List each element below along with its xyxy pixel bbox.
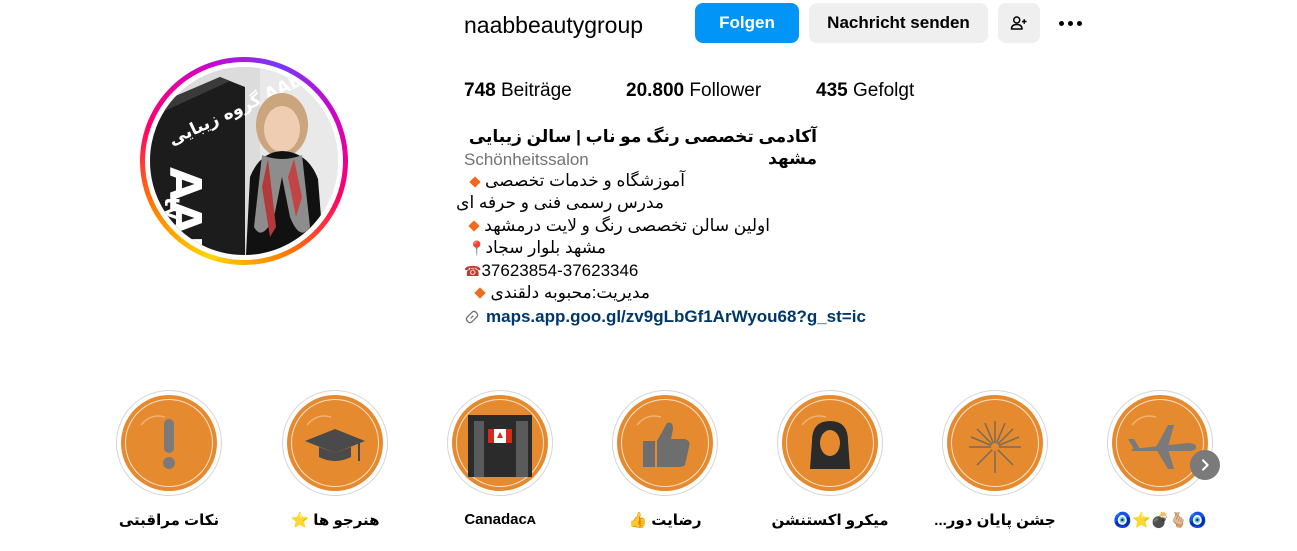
exclamation-icon	[140, 415, 175, 469]
hair-woman-icon	[801, 415, 850, 469]
avatar-banner-sub: ty Gr	[160, 197, 184, 253]
bio-line-6-text: مدیریت:محبوبه دلقندی	[490, 282, 650, 302]
posts-stat: 748 Beiträge	[464, 79, 572, 103]
bio-line-3: اولین سالن تخصصی رنگ و لایت درمشهد	[464, 215, 770, 237]
posts-label: Beiträge	[500, 80, 572, 101]
orange-diamond-icon	[469, 175, 481, 188]
highlight-0-label: نکات مراقبتی	[118, 512, 220, 529]
highlight-cover	[452, 395, 548, 491]
highlight-3-label: رضایت 👍	[628, 512, 702, 529]
more-dot	[1067, 20, 1073, 26]
highlight-2-label: Canadaᴄᴀ	[464, 511, 536, 528]
bio-line-5-text: 37623854-37623346	[481, 260, 639, 280]
orange-diamond-icon	[468, 220, 480, 232]
highlight-4-label: میکرو اکستنشن	[771, 512, 889, 529]
telephone-icon: ☎	[464, 262, 482, 279]
bio-line-4-text: مشهد بلوار سجاد	[485, 238, 606, 258]
send-message-button[interactable]: Nachricht senden	[809, 3, 988, 43]
more-horizontal-icon	[1058, 20, 1064, 26]
highlight-1-label: هنرجو ها ⭐	[290, 512, 380, 529]
highlight-cover	[782, 395, 878, 491]
more-dot	[1076, 20, 1082, 26]
profile-avatar[interactable]: گروه زیبایی AAB AAB ty Gr	[150, 67, 338, 255]
chevron-right-icon	[1202, 459, 1209, 471]
pin-icon: 📍	[468, 240, 486, 257]
highlight-cover	[947, 395, 1043, 491]
bio-line-5: ☎37623854-37623346	[464, 260, 884, 282]
bio-line-6: مدیریت:محبوبه دلقندی	[464, 282, 650, 304]
suggested-users-button[interactable]	[998, 3, 1040, 43]
more-options-button[interactable]	[1050, 8, 1090, 38]
bio-link-text: maps.app.goo.gl/zv9gLbGf1ArWyou68?g_st=i…	[486, 307, 866, 326]
thumbs-up-icon	[636, 415, 690, 467]
followers-stat[interactable]: 20.800 Follower	[626, 79, 761, 103]
person-plus-icon	[1010, 16, 1027, 30]
followers-label: Follower	[689, 80, 762, 101]
bio-line-3-text: اولین سالن تخصصی رنگ و لایت درمشهد	[484, 215, 770, 235]
highlight-4[interactable]	[777, 390, 883, 496]
profile-avatar-ring[interactable]: گروه زیبایی AAB AAB ty Gr	[140, 57, 348, 265]
highlight-5-label: جشن پایان دور...	[934, 512, 1056, 529]
profile-full-name: آکادمی تخصصی رنگ مو ناب | سالن زیبایی مش…	[468, 127, 817, 168]
profile-avatar-frame: گروه زیبایی AAB AAB ty Gr	[145, 62, 343, 260]
highlight-6[interactable]	[1107, 390, 1213, 496]
highlight-cover	[1112, 395, 1208, 491]
following-count: 435	[816, 80, 848, 101]
profile-category: Schönheitssalon	[464, 150, 589, 169]
bio-line-4: مشهد بلوار سجاد📍	[464, 237, 606, 259]
highlights-next-button[interactable]	[1190, 450, 1220, 480]
bio-website-link[interactable]: maps.app.goo.gl/zv9gLbGf1ArWyou68?g_st=i…	[464, 306, 866, 328]
airplane-icon	[1128, 415, 1196, 469]
orange-diamond-icon	[474, 287, 487, 300]
highlight-5[interactable]	[942, 390, 1048, 496]
highlight-cover	[287, 395, 383, 491]
highlight-2[interactable]	[447, 390, 553, 496]
highlight-1[interactable]	[282, 390, 388, 496]
posts-count: 748	[464, 80, 496, 101]
bio-line-2: مدرس رسمی فنی و حرفه ای	[456, 193, 664, 213]
bio-line-1: آموزشگاه و خدمات تخصصی	[464, 170, 685, 192]
canada-flag-icon	[468, 415, 532, 477]
followers-count: 20.800	[626, 80, 685, 101]
highlight-6-label: 🧿⭐💣🫰🏼🧿	[1113, 512, 1207, 529]
highlight-cover	[121, 395, 217, 491]
highlight-cover	[617, 395, 713, 491]
highlight-3[interactable]	[612, 390, 718, 496]
link-icon	[465, 310, 479, 324]
profile-bio: آکادمی تخصصی رنگ مو ناب | سالن زیبایی مش…	[456, 126, 884, 304]
avatar-photo-illustration: گروه زیبایی AAB AAB ty Gr	[150, 67, 338, 255]
firework-icon	[969, 421, 1021, 473]
graduation-cap-icon	[305, 415, 365, 461]
profile-username: naabbeautygroup	[464, 12, 644, 38]
bio-line-1-text: آموزشگاه و خدمات تخصصی	[485, 171, 685, 190]
highlight-0[interactable]	[116, 390, 222, 496]
follow-button[interactable]: Folgen	[695, 3, 799, 43]
following-stat[interactable]: 435 Gefolgt	[816, 79, 914, 103]
following-label: Gefolgt	[852, 80, 915, 101]
